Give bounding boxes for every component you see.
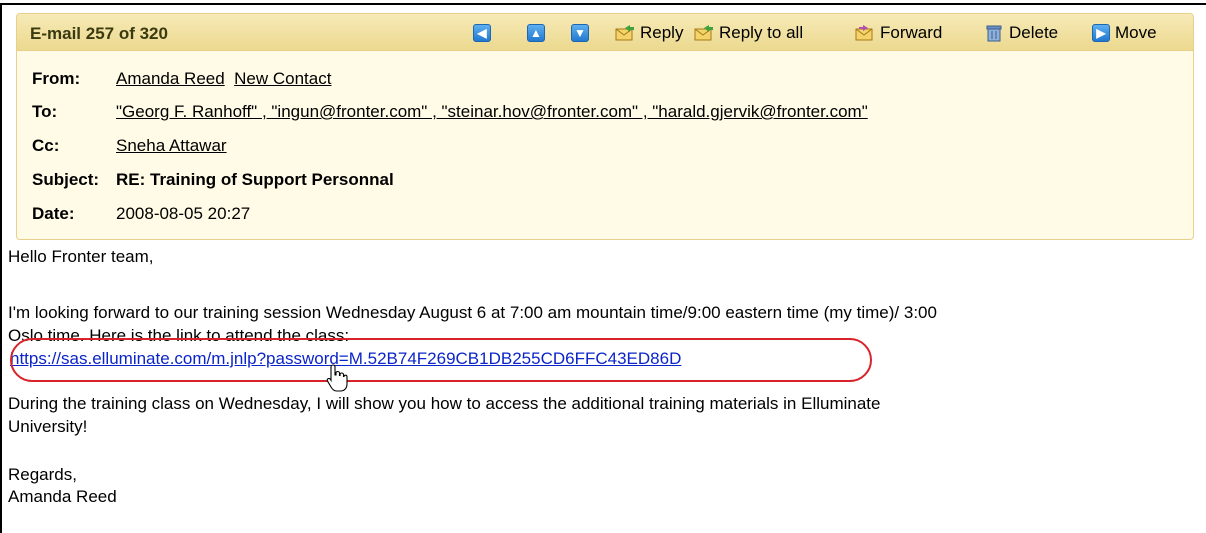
to-label: To: <box>32 102 58 121</box>
reply-icon <box>615 25 634 41</box>
from-value: Amanda Reed New Contact <box>116 69 331 89</box>
move-label: Move <box>1115 23 1157 42</box>
link-highlight-oval <box>10 338 872 382</box>
regards-text: Regards, <box>8 465 77 484</box>
arrow-left-icon: ◀ <box>473 24 491 42</box>
subject-label: Subject: <box>32 170 100 189</box>
email-counter: E-mail 257 of 320 <box>30 24 168 43</box>
from-label: From: <box>32 69 81 88</box>
window-left-border <box>0 3 2 533</box>
previous-email-button[interactable]: ◀ <box>473 22 491 44</box>
window-top-border <box>0 3 1206 5</box>
first-email-button[interactable]: ▲ <box>527 22 545 44</box>
move-button[interactable]: ▶ Move <box>1092 22 1157 44</box>
new-contact-link[interactable]: New Contact <box>234 69 331 88</box>
body-paragraph-2-line-1: During the training class on Wednesday, … <box>8 394 881 413</box>
date-value: 2008-08-05 20:27 <box>116 204 251 223</box>
reply-all-button[interactable]: Reply to all <box>694 22 803 44</box>
cc-label: Cc: <box>32 136 60 155</box>
email-header-panel: E-mail 257 of 320 ◀ ▲ ▼ Reply Reply to a… <box>16 13 1194 240</box>
hand-cursor-icon <box>326 364 348 392</box>
email-toolbar: E-mail 257 of 320 ◀ ▲ ▼ Reply Reply to a… <box>17 14 1193 51</box>
greeting-text: Hello Fronter team, <box>8 247 154 266</box>
body-paragraph-2-line-2: University! <box>8 417 88 436</box>
cc-recipient-link[interactable]: Sneha Attawar <box>116 136 227 156</box>
to-recipients-link[interactable]: "Georg F. Ranhoff" , "ingun@fronter.com"… <box>116 102 868 122</box>
subject-value: RE: Training of Support Personnal <box>116 170 394 189</box>
body-paragraph-1-line-1: I'm looking forward to our training sess… <box>8 303 937 322</box>
arrow-right-icon: ▶ <box>1092 24 1110 42</box>
arrow-down-icon: ▼ <box>571 24 589 42</box>
sender-link[interactable]: Amanda Reed <box>116 69 225 88</box>
date-label: Date: <box>32 204 75 223</box>
signature-text: Amanda Reed <box>8 487 117 506</box>
delete-label: Delete <box>1009 23 1059 42</box>
forward-label: Forward <box>880 23 943 42</box>
forward-button[interactable]: Forward <box>855 22 942 44</box>
reply-label: Reply <box>640 23 684 42</box>
forward-icon <box>855 25 873 41</box>
arrow-up-icon: ▲ <box>527 24 545 42</box>
reply-all-label: Reply to all <box>719 23 804 42</box>
delete-button[interactable]: Delete <box>984 22 1058 44</box>
next-email-button[interactable]: ▼ <box>571 22 589 44</box>
trash-icon <box>986 25 1002 42</box>
reply-button[interactable]: Reply <box>615 22 683 44</box>
reply-all-icon <box>694 25 713 41</box>
